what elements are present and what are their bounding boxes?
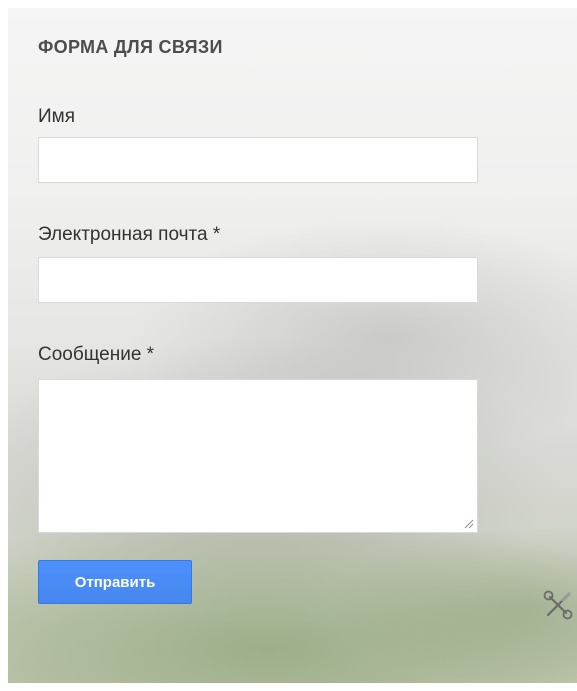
- contact-form-widget: ФОРМА ДЛЯ СВЯЗИ Имя Электронная почта * …: [8, 8, 577, 683]
- email-input[interactable]: [39, 258, 477, 302]
- message-textarea[interactable]: [39, 380, 477, 532]
- wrench-screwdriver-icon[interactable]: [542, 589, 574, 621]
- name-input[interactable]: [39, 138, 477, 182]
- email-field-container: [38, 257, 478, 303]
- form-title: ФОРМА ДЛЯ СВЯЗИ: [38, 37, 223, 57]
- submit-button[interactable]: Отправить: [38, 560, 192, 604]
- message-field-container: [38, 379, 478, 533]
- name-label: Имя: [38, 106, 76, 127]
- name-field-container: [38, 137, 478, 183]
- email-label: Электронная почта *: [38, 224, 221, 245]
- resize-grip-icon[interactable]: [464, 519, 474, 529]
- message-label: Сообщение *: [38, 344, 155, 365]
